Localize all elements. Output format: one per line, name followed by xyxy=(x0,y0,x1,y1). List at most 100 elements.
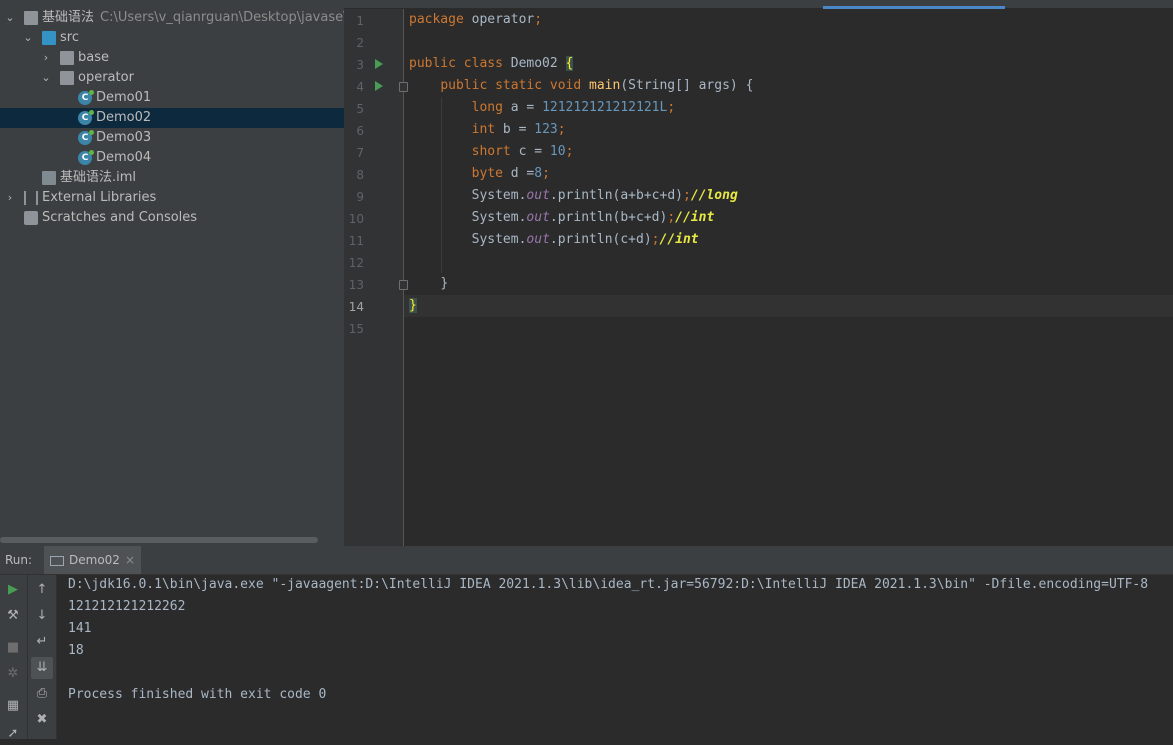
pin-icon[interactable]: ➚ xyxy=(2,723,24,745)
line-number: 13 xyxy=(348,278,364,292)
code-line-8: byte d =8; xyxy=(471,166,550,181)
fold-icon[interactable] xyxy=(399,82,408,92)
tree-item-label: src xyxy=(60,30,79,45)
line-number: 8 xyxy=(356,168,364,182)
layout-icon[interactable]: ▦ xyxy=(2,695,24,717)
line-number: 7 xyxy=(356,146,364,160)
line-number: 6 xyxy=(356,124,364,138)
java-class-icon: C xyxy=(78,110,94,125)
stop-icon[interactable]: ■ xyxy=(2,637,24,659)
tree-item-class-demo04[interactable]: C Demo04 xyxy=(0,148,344,168)
tree-item-class-demo03[interactable]: C Demo03 xyxy=(0,128,344,148)
code-line-5: long a = 121212121212121L; xyxy=(471,100,676,115)
line-number: 5 xyxy=(356,102,364,116)
tree-item-scratches[interactable]: Scratches and Consoles xyxy=(0,208,344,228)
code-line-6: int b = 123; xyxy=(471,122,566,137)
run-label: Run: xyxy=(5,553,33,567)
chevron-right-icon[interactable]: › xyxy=(40,48,52,68)
run-tool-window: Run: Demo02 × ▶ ⚒ ■ ✲ ▦ ➚ ↑ ↓ ↵ ⇊ ⎙ ✖ D:\… xyxy=(0,546,1173,741)
arrow-down-icon[interactable]: ↓ xyxy=(31,605,53,627)
console-line: D:\jdk16.0.1\bin\java.exe "-javaagent:D:… xyxy=(68,577,1149,592)
tree-item-label: base xyxy=(78,50,109,65)
console-output[interactable]: D:\jdk16.0.1\bin\java.exe "-javaagent:D:… xyxy=(68,574,1173,739)
run-main-icon[interactable] xyxy=(375,81,383,91)
scratches-icon xyxy=(24,211,38,225)
module-path: C:\Users\v_qianrguan\Desktop\javase\基础 xyxy=(100,10,344,25)
tree-item-src[interactable]: ⌄ src xyxy=(0,28,344,48)
iml-file-icon xyxy=(42,171,56,185)
console-line: 141 xyxy=(68,621,92,636)
code-line-4: public static void main(String[] args) { xyxy=(440,78,754,93)
chevron-down-icon[interactable]: ⌄ xyxy=(22,28,34,48)
chevron-down-icon[interactable]: ⌄ xyxy=(4,8,16,28)
scroll-to-end-icon[interactable]: ⇊ xyxy=(31,657,53,679)
trash-icon[interactable]: ✖ xyxy=(31,709,53,731)
console-line: Process finished with exit code 0 xyxy=(68,687,327,702)
code-line-3: public class Demo02 { xyxy=(409,56,574,71)
line-number: 4 xyxy=(356,80,364,94)
fold-icon[interactable] xyxy=(399,280,408,290)
tree-item-label: Demo02 xyxy=(96,110,152,125)
chevron-down-icon[interactable]: ⌄ xyxy=(40,68,52,88)
module-folder-icon xyxy=(24,11,38,25)
wrench-icon[interactable]: ⚒ xyxy=(2,605,24,627)
line-number: 11 xyxy=(348,234,364,248)
line-number: 9 xyxy=(356,190,364,204)
tree-item-package-operator[interactable]: ⌄ operator xyxy=(0,68,344,88)
editor-gutter: 1 2 3 4 5 6 7 8 9 10 11 12 13 14 15 xyxy=(344,9,408,546)
package-icon xyxy=(60,51,74,65)
soft-wrap-icon[interactable]: ↵ xyxy=(31,631,53,653)
java-class-icon: C xyxy=(78,130,94,145)
rerun-icon[interactable]: ▶ xyxy=(2,579,24,601)
chevron-right-icon[interactable]: › xyxy=(4,188,16,208)
arrow-up-icon[interactable]: ↑ xyxy=(31,579,53,601)
line-number: 1 xyxy=(356,14,364,28)
run-action-toolbar: ▶ ⚒ ■ ✲ ▦ ➚ xyxy=(0,575,28,741)
code-line-13: } xyxy=(440,276,449,291)
tree-item-label: External Libraries xyxy=(42,190,157,205)
run-header: Run: Demo02 × xyxy=(0,546,1173,575)
tree-item-class-demo02[interactable]: C Demo02 xyxy=(0,108,344,128)
tree-item-label: Demo04 xyxy=(96,150,152,165)
close-icon[interactable]: × xyxy=(125,553,135,567)
code-line-7: short c = 10; xyxy=(471,144,574,159)
tree-item-label: Demo01 xyxy=(96,90,152,105)
java-class-icon: C xyxy=(78,90,94,105)
console-line: 121212121212262 xyxy=(68,599,186,614)
code-editor[interactable]: 1 2 3 4 5 6 7 8 9 10 11 12 13 14 15 pack… xyxy=(344,0,1173,546)
tree-item-label: 基础语法.iml xyxy=(60,170,137,185)
code-line-14: } xyxy=(409,298,417,313)
source-folder-icon xyxy=(42,31,56,45)
run-tab-label: Demo02 xyxy=(69,553,120,567)
active-tab-indicator xyxy=(823,6,1005,9)
line-number: 15 xyxy=(348,322,364,336)
line-number-current: 14 xyxy=(348,300,364,314)
code-line-10: System.out.println(b+c+d);//int xyxy=(471,210,715,225)
run-tab-demo02[interactable]: Demo02 × xyxy=(44,546,141,574)
print-icon[interactable]: ⎙ xyxy=(31,683,53,705)
line-number: 12 xyxy=(348,256,364,270)
console-icon xyxy=(50,555,64,566)
horizontal-scrollbar[interactable] xyxy=(0,537,318,543)
tree-item-iml-file[interactable]: 基础语法.iml xyxy=(0,168,344,188)
tree-item-label: Scratches and Consoles xyxy=(42,210,198,225)
debug-icon[interactable]: ✲ xyxy=(2,663,24,685)
java-class-icon: C xyxy=(78,150,94,165)
tree-item-external-libraries[interactable]: › External Libraries xyxy=(0,188,344,208)
tree-item-package-base[interactable]: › base xyxy=(0,48,344,68)
tree-root-module[interactable]: ⌄ 基础语法 C:\Users\v_qianrguan\Desktop\javas… xyxy=(0,8,344,28)
line-number: 3 xyxy=(356,58,364,72)
tree-item-class-demo01[interactable]: C Demo01 xyxy=(0,88,344,108)
code-line-1: package operator; xyxy=(409,12,543,27)
run-class-icon[interactable] xyxy=(375,59,383,69)
code-line-9: System.out.println(a+b+c+d);//long xyxy=(471,188,738,203)
module-name: 基础语法 xyxy=(42,10,95,25)
line-number: 2 xyxy=(356,36,364,50)
current-line-highlight xyxy=(404,295,1173,317)
tree-item-label: operator xyxy=(78,70,134,85)
line-number: 10 xyxy=(348,212,364,226)
editor-tab-strip[interactable] xyxy=(344,0,1173,8)
console-line: 18 xyxy=(68,643,84,658)
library-icon xyxy=(24,191,38,205)
code-line-11: System.out.println(c+d);//int xyxy=(471,232,699,247)
